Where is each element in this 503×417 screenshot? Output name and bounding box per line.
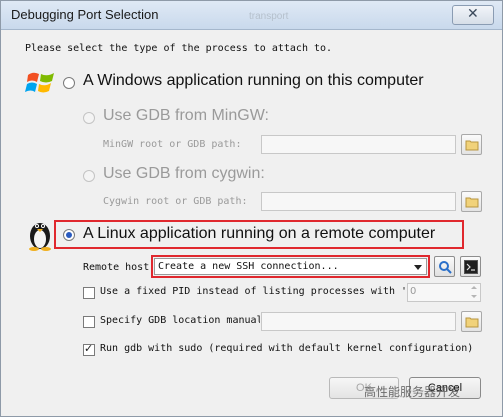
folder-icon	[465, 317, 479, 328]
find-host-button[interactable]	[434, 256, 455, 277]
watermark-text: 高性能服务器开发	[364, 385, 461, 399]
gdb-location-label: Specify GDB location manually	[100, 315, 260, 326]
mingw-radio[interactable]	[83, 112, 95, 124]
terminal-icon	[464, 260, 478, 274]
close-icon: ✕	[467, 6, 479, 22]
title-bar: Debugging Port Selection transport ✕	[1, 1, 502, 30]
spin-up-icon[interactable]	[468, 284, 480, 292]
gdb-location-browse-button[interactable]	[461, 311, 482, 332]
instruction-text: Please select the type of the process to…	[25, 43, 333, 54]
remote-host-value: Create a new SSH connection...	[158, 261, 339, 272]
linux-tux-icon	[29, 223, 51, 251]
windows-app-radio[interactable]	[63, 77, 75, 89]
dialog-window: Debugging Port Selection transport ✕ Ple…	[0, 0, 503, 417]
cygwin-browse-button[interactable]	[461, 191, 482, 212]
mingw-path-input[interactable]	[261, 135, 456, 154]
cygwin-radio[interactable]	[83, 170, 95, 182]
open-terminal-button[interactable]	[460, 256, 481, 277]
fixed-pid-value: 0	[410, 286, 417, 297]
chevron-down-icon	[414, 265, 422, 270]
remote-host-label: Remote host:	[83, 262, 156, 273]
fixed-pid-input[interactable]: 0	[407, 283, 481, 302]
mingw-path-label: MinGW root or GDB path:	[103, 139, 242, 150]
mingw-browse-button[interactable]	[461, 134, 482, 155]
mingw-label: Use GDB from MinGW:	[103, 107, 269, 124]
folder-icon	[465, 140, 479, 151]
search-icon	[439, 261, 452, 274]
gdb-location-checkbox[interactable]	[83, 316, 95, 328]
cygwin-path-input[interactable]	[261, 192, 456, 211]
sudo-label: Run gdb with sudo (required with default…	[100, 343, 474, 354]
fixed-pid-checkbox[interactable]	[83, 287, 95, 299]
gdb-location-input[interactable]	[261, 312, 456, 331]
sudo-checkbox[interactable]	[83, 342, 95, 356]
background-window-text: transport	[249, 11, 289, 22]
windows-app-label: A Windows application running on this co…	[83, 72, 424, 89]
linux-app-radio[interactable]	[63, 229, 75, 241]
remote-host-select[interactable]: Create a new SSH connection...	[154, 258, 427, 275]
cygwin-label: Use GDB from cygwin:	[103, 165, 265, 182]
fixed-pid-label: Use a fixed PID instead of listing proce…	[100, 286, 407, 297]
linux-app-label: A Linux application running on a remote …	[83, 225, 436, 242]
window-title: Debugging Port Selection	[11, 7, 159, 22]
folder-icon	[465, 197, 479, 208]
windows-logo-icon	[25, 72, 54, 93]
close-button[interactable]: ✕	[452, 5, 494, 25]
cygwin-path-label: Cygwin root or GDB path:	[103, 196, 248, 207]
spin-down-icon[interactable]	[468, 293, 480, 301]
